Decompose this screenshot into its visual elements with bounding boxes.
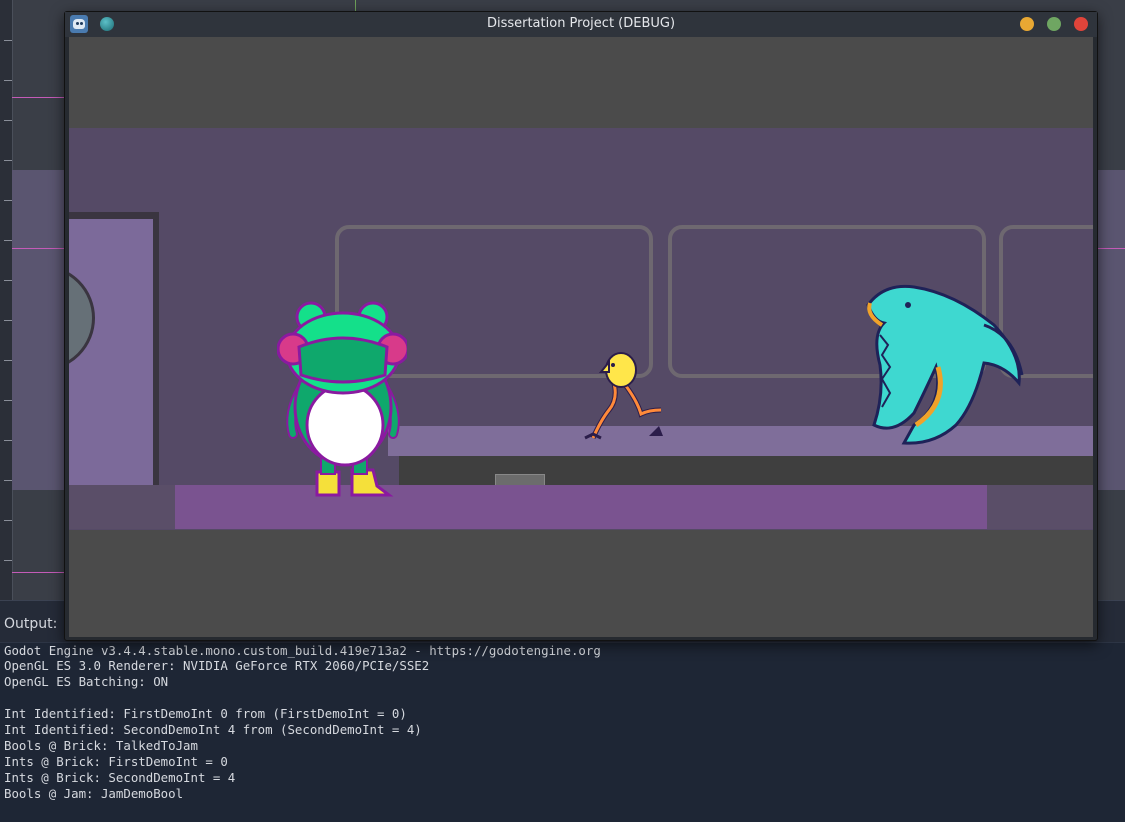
log-line: Bools @ Jam: JamDemoBool [4,786,184,801]
log-line: Ints @ Brick: SecondDemoInt = 4 [4,770,236,785]
yellow-bird-character [584,352,663,440]
log-line: Int Identified: SecondDemoInt 4 from (Se… [4,722,422,737]
minimize-button[interactable] [1020,17,1034,31]
output-label: Output: [4,616,58,632]
window-title: Dissertation Project (DEBUG) [486,16,676,31]
output-log[interactable]: Godot Engine v3.4.4.stable.mono.custom_b… [0,642,1125,822]
close-button[interactable] [1074,17,1088,31]
log-line: Bools @ Brick: TalkedToJam [4,738,198,753]
editor-guide-line [355,0,356,11]
log-line: OpenGL ES 3.0 Renderer: NVIDIA GeForce R… [4,658,430,673]
log-line: Ints @ Brick: FirstDemoInt = 0 [4,754,228,769]
cyan-shark-character [866,284,1024,445]
editor-guide-line [1096,248,1125,249]
log-line: OpenGL ES Batching: ON [4,674,169,689]
editor-guide-line [12,248,64,249]
editor-guide-line [12,572,64,573]
maximize-button[interactable] [1047,17,1061,31]
game-viewport[interactable] [69,37,1093,637]
game-window[interactable]: Dissertation Project (DEBUG) [64,11,1098,641]
frog-character [277,301,407,497]
train-floor-edge [69,485,175,529]
window-titlebar[interactable]: Dissertation Project (DEBUG) [65,12,1097,37]
log-line: Godot Engine v3.4.4.stable.mono.custom_b… [4,643,601,658]
train-floor-edge [987,485,1093,529]
log-line: Int Identified: FirstDemoInt 0 from (Fir… [4,706,407,721]
editor-guide-line [12,97,64,98]
